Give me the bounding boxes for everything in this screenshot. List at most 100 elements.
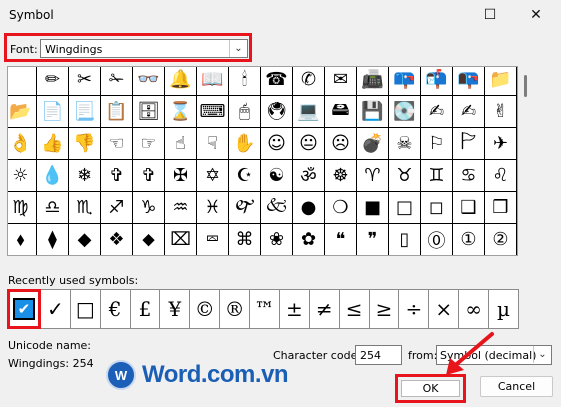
grid-scrollbar[interactable] xyxy=(518,66,535,256)
symbol-cell[interactable]: ① xyxy=(453,224,485,255)
symbol-cell[interactable]: ♐ xyxy=(101,192,133,224)
symbol-cell[interactable]: ♓ xyxy=(197,192,229,224)
symbol-cell[interactable]: 📋 xyxy=(101,96,133,128)
symbol-cell[interactable]: 🙵 xyxy=(261,192,293,224)
symbol-cell[interactable]: 👎 xyxy=(69,128,101,160)
symbol-cell[interactable]: ☼ xyxy=(8,160,37,192)
symbol-cell[interactable]: ⌛ xyxy=(165,96,197,128)
recent-symbol-cell[interactable]: ≠ xyxy=(309,289,340,329)
symbol-cell[interactable]: ⮹ xyxy=(197,224,229,255)
symbol-cell[interactable]: 💾 xyxy=(357,96,389,128)
scrollbar-thumb[interactable] xyxy=(524,75,527,97)
symbol-cell[interactable]: 🕯 xyxy=(229,67,261,96)
symbol-cell[interactable]: ☪ xyxy=(229,160,261,192)
symbol-cell[interactable] xyxy=(8,67,37,96)
symbol-cell[interactable]: 📖 xyxy=(197,67,229,96)
symbol-cell[interactable]: □ xyxy=(389,192,421,224)
symbol-cell[interactable]: 🙰 xyxy=(229,192,261,224)
symbol-cell[interactable]: ✠ xyxy=(165,160,197,192)
symbol-cell[interactable]: ⚐ xyxy=(421,128,453,160)
symbol-cell[interactable]: ✉ xyxy=(325,67,357,96)
symbol-cell[interactable]: ❝ xyxy=(325,224,357,255)
symbol-cell[interactable]: ❞ xyxy=(357,224,389,255)
symbol-cell[interactable]: ☞ xyxy=(133,128,165,160)
ok-button[interactable]: OK xyxy=(401,380,460,397)
chevron-down-icon[interactable]: ⌄ xyxy=(229,40,247,57)
recent-symbol-cell[interactable]: ÷ xyxy=(399,289,430,329)
symbol-cell[interactable]: ② xyxy=(485,224,517,255)
symbol-cell[interactable]: ❀ xyxy=(261,224,293,255)
symbol-cell[interactable]: ☺ xyxy=(261,128,293,160)
symbol-cell[interactable]: ❑ xyxy=(453,192,485,224)
maximize-button[interactable]: ☐ xyxy=(467,0,513,30)
symbol-cell[interactable]: ☎ xyxy=(261,67,293,96)
symbol-cell[interactable]: 📠 xyxy=(357,67,389,96)
symbol-cell[interactable]: ✆ xyxy=(293,67,325,96)
symbol-cell[interactable]: ⌧ xyxy=(165,224,197,255)
symbol-cell[interactable]: ☝ xyxy=(165,128,197,160)
symbol-cell[interactable]: ❍ xyxy=(325,192,357,224)
symbol-cell[interactable]: ◆ xyxy=(69,224,101,255)
symbol-cell[interactable]: 👌 xyxy=(8,128,37,160)
symbol-cell[interactable]: ❄ xyxy=(69,160,101,192)
symbol-cell[interactable]: 🖲 xyxy=(261,96,293,128)
symbol-cell[interactable]: ⬥ xyxy=(133,224,165,255)
symbol-cell[interactable]: 📭 xyxy=(453,67,485,96)
symbol-cell[interactable]: ❖ xyxy=(101,224,133,255)
symbol-cell[interactable]: ॐ xyxy=(293,160,325,192)
recent-symbol-cell[interactable]: □ xyxy=(70,289,101,329)
symbol-cell[interactable]: ☸ xyxy=(325,160,357,192)
symbol-cell[interactable]: 📃 xyxy=(69,96,101,128)
symbol-cell[interactable]: 💽 xyxy=(389,96,421,128)
symbol-cell[interactable]: ■ xyxy=(357,192,389,224)
recent-symbol-cell[interactable]: ✓ xyxy=(40,289,71,329)
symbol-cell[interactable]: 👓 xyxy=(133,67,165,96)
symbol-cell[interactable]: 💻 xyxy=(293,96,325,128)
from-chevron-icon[interactable]: ⌄ xyxy=(533,346,551,363)
symbol-cell[interactable]: ☟ xyxy=(197,128,229,160)
recent-symbol-cell[interactable]: ™ xyxy=(250,289,280,329)
symbol-cell[interactable]: ▯ xyxy=(389,224,421,255)
symbol-cell[interactable]: ✁ xyxy=(101,67,133,96)
symbol-cell[interactable]: ♈ xyxy=(357,160,389,192)
recent-symbol-cell[interactable]: ∞ xyxy=(459,289,490,329)
symbol-cell[interactable]: ⓪ xyxy=(421,224,453,255)
symbol-cell[interactable]: ❒ xyxy=(485,192,517,224)
symbol-cell[interactable]: ✋ xyxy=(229,128,261,160)
symbol-cell[interactable]: ♉ xyxy=(389,160,421,192)
symbol-cell[interactable]: ✌ xyxy=(485,96,517,128)
symbol-cell[interactable]: ⧫ xyxy=(37,224,69,255)
close-button[interactable]: ✕ xyxy=(513,0,559,30)
symbol-cell[interactable]: ♑ xyxy=(133,192,165,224)
symbol-cell[interactable]: ♌ xyxy=(485,160,517,192)
symbol-cell[interactable]: 🏱 xyxy=(453,128,485,160)
recent-symbol-cell[interactable]: ≥ xyxy=(369,289,400,329)
recent-symbol-cell[interactable]: ¥ xyxy=(160,289,191,329)
recent-symbol-cell[interactable]: £ xyxy=(130,289,161,329)
symbol-cell[interactable]: ♊ xyxy=(421,160,453,192)
symbol-cell[interactable]: ♎ xyxy=(37,192,69,224)
symbol-cell[interactable]: 🖱 xyxy=(229,96,261,128)
symbol-cell[interactable]: ♍ xyxy=(8,192,37,224)
symbol-cell[interactable]: ⌘ xyxy=(229,224,261,255)
symbol-cell[interactable]: ☠ xyxy=(389,128,421,160)
recent-symbol-cell[interactable]: © xyxy=(190,289,221,329)
symbol-cell[interactable]: 📂 xyxy=(8,96,37,128)
symbol-cell[interactable]: 🔔 xyxy=(165,67,197,96)
symbol-cell[interactable]: ⬧ xyxy=(8,224,37,255)
symbol-cell[interactable]: ✍ xyxy=(453,96,485,128)
symbol-cell[interactable]: ☹ xyxy=(325,128,357,160)
symbol-cell[interactable]: ✞ xyxy=(133,160,165,192)
recent-symbol-cell[interactable]: × xyxy=(429,289,460,329)
symbol-cell[interactable]: ✏ xyxy=(37,67,69,96)
symbol-cell[interactable]: ✈ xyxy=(485,128,517,160)
symbol-cell[interactable]: ⌨ xyxy=(197,96,229,128)
cancel-button[interactable]: Cancel xyxy=(480,376,553,397)
symbol-cell[interactable]: 💧 xyxy=(37,160,69,192)
recent-symbol-cell[interactable]: ® xyxy=(220,289,251,329)
character-code-input[interactable]: 254 xyxy=(355,345,402,365)
symbol-cell[interactable]: ✡ xyxy=(197,160,229,192)
symbol-cell[interactable]: ♋ xyxy=(453,160,485,192)
symbol-cell[interactable]: ☜ xyxy=(101,128,133,160)
symbol-cell[interactable]: 😐 xyxy=(293,128,325,160)
